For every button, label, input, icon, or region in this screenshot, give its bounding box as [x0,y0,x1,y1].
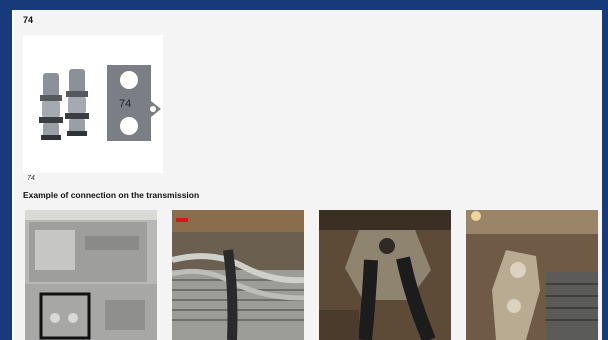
adapter-fitting-left [39,73,63,140]
section-title: 74 [23,15,34,25]
product-image: 74 [23,35,163,173]
engine-bay-photo[interactable] [466,210,598,340]
image-caption: 74 [27,175,35,182]
pipe-flange-photo[interactable] [319,210,451,340]
adapter-fitting-right [65,69,89,136]
transmission-housing-photo[interactable] [25,210,157,340]
connection-heading: Example of connection on the transmissio… [23,190,200,200]
content-panel: 74 74 74 Example of connection on the tr… [12,10,602,340]
flange-plate: 74 [107,65,161,141]
radiator-hoses-photo[interactable] [172,210,304,340]
plate-label: 74 [119,98,131,110]
